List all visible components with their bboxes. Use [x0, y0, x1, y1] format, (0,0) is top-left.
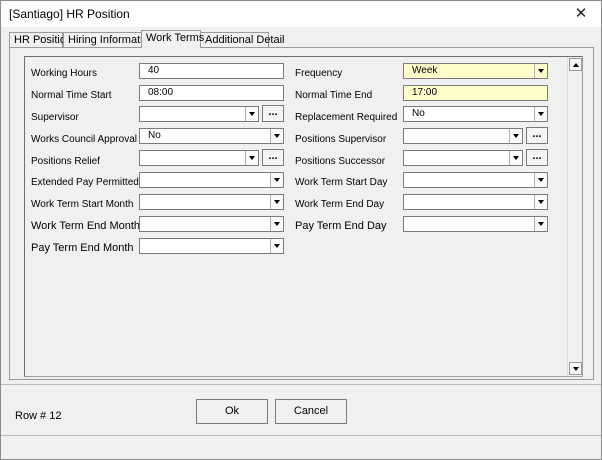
pay-term-end-month-select[interactable] — [139, 238, 284, 254]
works-council-approval-label: Works Council Approval — [31, 134, 137, 145]
tab-page-frame: Working Hours 40 Frequency Week Normal T… — [9, 47, 594, 380]
extended-pay-permitted-select[interactable] — [139, 172, 284, 188]
positions-relief-label: Positions Relief — [31, 156, 100, 167]
chevron-down-icon[interactable] — [245, 151, 258, 165]
work-term-end-day-select[interactable] — [403, 194, 548, 210]
replacement-required-label: Replacement Required — [295, 112, 398, 123]
chevron-down-icon[interactable] — [270, 195, 283, 209]
work-term-end-month-label: Work Term End Month — [31, 220, 141, 232]
row-number-label: Row # 12 — [15, 410, 62, 422]
works-council-approval-select[interactable]: No — [139, 128, 284, 144]
chevron-down-icon[interactable] — [270, 173, 283, 187]
positions-supervisor-label: Positions Supervisor — [295, 134, 387, 145]
positions-supervisor-select[interactable] — [403, 128, 523, 144]
tab-additional-detail[interactable]: Additional Detail — [200, 32, 285, 47]
vertical-scrollbar[interactable] — [567, 57, 582, 376]
chevron-down-icon[interactable] — [270, 129, 283, 143]
work-term-start-day-label: Work Term Start Day — [295, 177, 388, 188]
normal-time-end-input[interactable]: 17:00 — [403, 85, 548, 101]
tab-hr-position[interactable]: HR Position — [9, 32, 72, 47]
working-hours-input[interactable]: 40 — [139, 63, 284, 79]
pay-term-end-day-select[interactable] — [403, 216, 548, 232]
positions-successor-select[interactable] — [403, 150, 523, 166]
frequency-value: Week — [412, 65, 438, 76]
positions-supervisor-lookup-button[interactable]: ... — [526, 127, 548, 144]
pay-term-end-month-label: Pay Term End Month — [31, 242, 134, 254]
chevron-down-icon[interactable] — [245, 107, 258, 121]
work-term-end-month-select[interactable] — [139, 216, 284, 232]
chevron-down-icon[interactable] — [534, 217, 547, 231]
hr-position-window: [Santiago] HR Position ✕ HR Position Hir… — [0, 0, 602, 460]
normal-time-start-label: Normal Time Start — [31, 90, 112, 101]
chevron-down-icon[interactable] — [534, 64, 547, 78]
chevron-down-icon[interactable] — [534, 173, 547, 187]
replacement-required-value: No — [412, 108, 425, 119]
extended-pay-permitted-label: Extended Pay Permitted — [31, 177, 139, 188]
work-term-start-month-select[interactable] — [139, 194, 284, 210]
status-divider — [1, 435, 601, 436]
close-icon[interactable]: ✕ — [561, 1, 601, 27]
cancel-button[interactable]: Cancel — [275, 399, 347, 424]
positions-successor-lookup-button[interactable]: ... — [526, 149, 548, 166]
chevron-down-icon[interactable] — [509, 129, 522, 143]
supervisor-select[interactable] — [139, 106, 259, 122]
ok-button[interactable]: Ok — [196, 399, 268, 424]
work-term-end-day-label: Work Term End Day — [295, 199, 385, 210]
normal-time-start-input[interactable]: 08:00 — [139, 85, 284, 101]
positions-relief-select[interactable] — [139, 150, 259, 166]
supervisor-lookup-button[interactable]: ... — [262, 105, 284, 122]
scroll-up-arrow-icon[interactable] — [569, 58, 582, 71]
pay-term-end-day-label: Pay Term End Day — [295, 220, 387, 232]
positions-relief-lookup-button[interactable]: ... — [262, 149, 284, 166]
work-term-start-month-label: Work Term Start Month — [31, 199, 134, 210]
work-term-start-day-select[interactable] — [403, 172, 548, 188]
chevron-down-icon[interactable] — [534, 107, 547, 121]
chevron-down-icon[interactable] — [270, 239, 283, 253]
tab-hiring-information[interactable]: Hiring Information — [63, 32, 155, 47]
chevron-down-icon[interactable] — [270, 217, 283, 231]
normal-time-end-label: Normal Time End — [295, 90, 373, 101]
tab-work-terms[interactable]: Work Terms — [141, 30, 204, 48]
frequency-select[interactable]: Week — [403, 63, 548, 79]
supervisor-label: Supervisor — [31, 112, 79, 123]
title-bar: [Santiago] HR Position ✕ — [1, 1, 601, 27]
works-council-approval-value: No — [148, 130, 161, 141]
frequency-label: Frequency — [295, 68, 343, 79]
chevron-down-icon[interactable] — [534, 195, 547, 209]
footer-divider — [1, 384, 601, 385]
positions-successor-label: Positions Successor — [295, 156, 386, 167]
scroll-down-arrow-icon[interactable] — [569, 362, 582, 375]
window-title: [Santiago] HR Position — [9, 7, 130, 21]
chevron-down-icon[interactable] — [509, 151, 522, 165]
replacement-required-select[interactable]: No — [403, 106, 548, 122]
work-terms-panel: Working Hours 40 Frequency Week Normal T… — [24, 56, 583, 377]
working-hours-label: Working Hours — [31, 68, 97, 79]
